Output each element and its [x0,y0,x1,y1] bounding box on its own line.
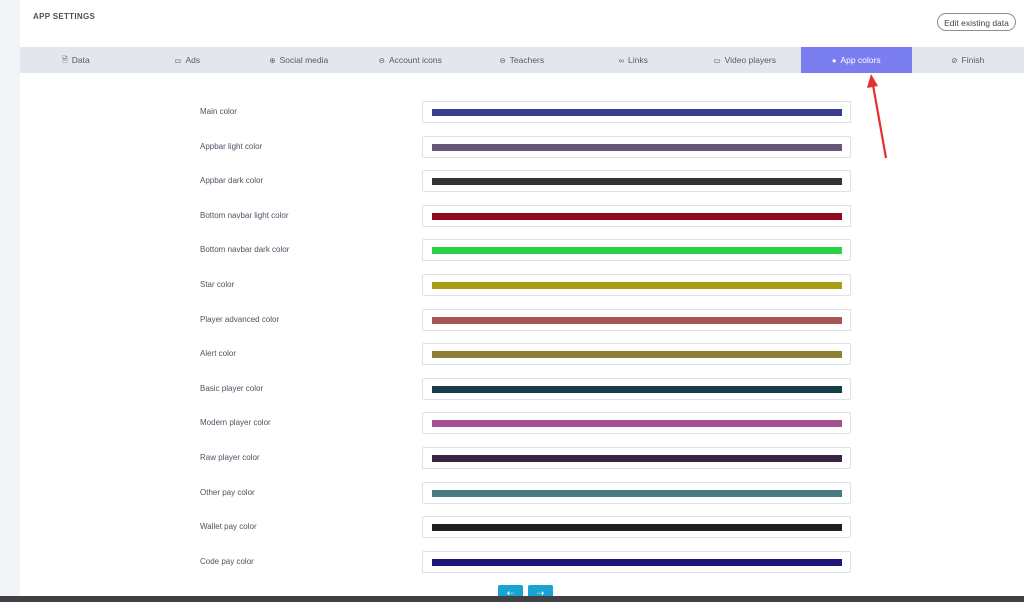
bottom-bar [0,596,1024,602]
annotation-arrow [867,74,888,159]
annotation-arrow-line [871,84,888,159]
annotation-arrow-head [867,74,878,88]
